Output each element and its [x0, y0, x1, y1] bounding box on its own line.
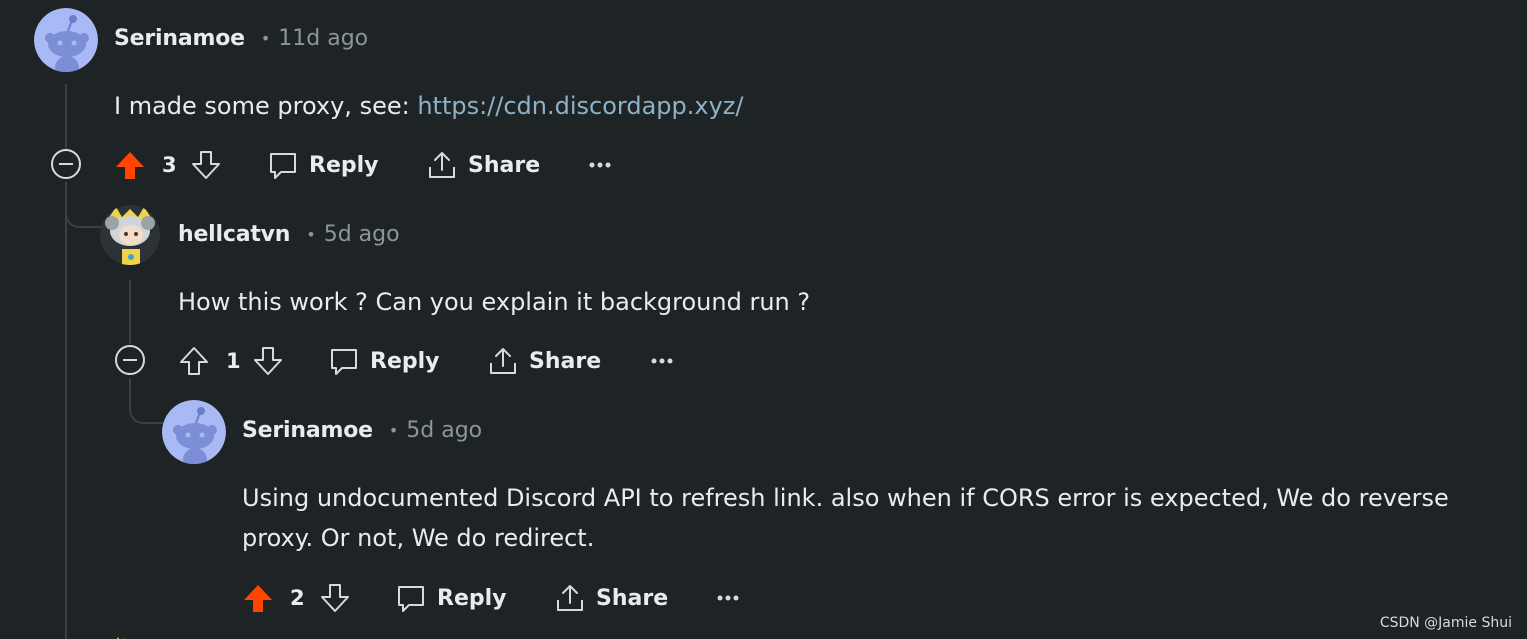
author-name[interactable]: Serinamoe	[242, 418, 373, 443]
share-icon	[557, 585, 583, 611]
comment-meta: hellcatvn • 5d ago	[178, 222, 400, 247]
avatar[interactable]	[112, 630, 132, 639]
comment-meta: Serinamoe • 5d ago	[242, 418, 482, 443]
more-options-button[interactable]	[588, 145, 612, 185]
comment-thread: Serinamoe • 11d ago I made some proxy, s…	[0, 0, 1527, 639]
upvote-icon	[180, 347, 208, 375]
upvote-filled-icon	[244, 585, 272, 612]
downvote-button[interactable]	[190, 145, 222, 185]
cat-avatar-icon	[100, 205, 160, 265]
share-label: Share	[596, 585, 669, 611]
upvote-button[interactable]	[114, 145, 146, 185]
comment-link[interactable]: https://cdn.discordapp.xyz/	[417, 92, 743, 120]
comment-text: How this work ? Can you explain it backg…	[178, 288, 811, 316]
separator-dot: •	[388, 421, 399, 440]
downvote-button[interactable]	[319, 578, 351, 618]
downvote-icon	[321, 584, 349, 612]
snoo-avatar-icon	[34, 8, 98, 72]
downvote-button[interactable]	[252, 341, 284, 381]
timestamp[interactable]: 5d ago	[406, 418, 482, 443]
downvote-icon	[254, 347, 282, 375]
separator-dot: •	[306, 225, 316, 244]
downvote-icon	[192, 151, 220, 179]
score-value: 2	[290, 586, 305, 610]
reply-button[interactable]: Reply	[267, 145, 379, 185]
comment-actions: 1 Reply Share	[178, 341, 698, 381]
comment-text: Using undocumented Discord API to refres…	[242, 484, 1449, 552]
score-value: 3	[162, 153, 177, 177]
author-name[interactable]: hellcatvn	[178, 222, 290, 247]
upvote-button[interactable]	[242, 578, 274, 618]
share-icon	[490, 348, 516, 374]
thread-elbow	[129, 378, 167, 424]
reply-button[interactable]: Reply	[328, 341, 440, 381]
comment-actions: 3 Reply Share	[114, 145, 634, 185]
more-options-button[interactable]	[716, 578, 740, 618]
thread-line[interactable]	[65, 84, 67, 150]
comment-text: I made some proxy, see:	[114, 92, 418, 120]
reply-button[interactable]: Reply	[395, 578, 507, 618]
separator-dot: •	[260, 29, 271, 48]
collapse-button[interactable]	[51, 149, 81, 179]
ellipsis-icon	[651, 358, 673, 364]
share-button[interactable]: Share	[554, 578, 668, 618]
share-label: Share	[468, 152, 541, 178]
ellipsis-icon	[589, 162, 611, 168]
avatar[interactable]	[162, 400, 226, 464]
thread-line[interactable]	[129, 280, 131, 344]
reply-label: Reply	[309, 152, 379, 178]
share-icon	[429, 152, 455, 178]
snoo-avatar-icon	[162, 400, 226, 464]
thread-elbow	[65, 182, 105, 228]
comment-body: Using undocumented Discord API to refres…	[242, 478, 1492, 558]
score-value: 1	[226, 349, 241, 373]
timestamp[interactable]: 11d ago	[278, 26, 368, 51]
comment-body: How this work ? Can you explain it backg…	[178, 282, 810, 322]
comment-actions: 2 Reply Share	[242, 578, 762, 618]
share-button[interactable]: Share	[426, 145, 540, 185]
reply-label: Reply	[370, 348, 440, 374]
upvote-button[interactable]	[178, 341, 210, 381]
score: 2	[290, 578, 305, 618]
ellipsis-icon	[717, 595, 739, 601]
score: 1	[226, 341, 241, 381]
watermark: CSDN @Jamie Shui	[1379, 615, 1512, 631]
comment-icon	[398, 586, 424, 612]
author-name[interactable]: Serinamoe	[114, 26, 245, 51]
avatar[interactable]	[100, 205, 160, 265]
more-options-button[interactable]	[650, 341, 674, 381]
upvote-filled-icon	[116, 152, 144, 179]
comment-meta: Serinamoe • 11d ago	[114, 26, 368, 51]
score: 3	[162, 145, 177, 185]
avatar[interactable]	[34, 8, 98, 72]
comment-icon	[270, 153, 296, 179]
collapse-button[interactable]	[115, 345, 145, 375]
share-button[interactable]: Share	[487, 341, 601, 381]
comment-icon	[331, 349, 357, 375]
reply-label: Reply	[437, 585, 507, 611]
timestamp[interactable]: 5d ago	[324, 222, 400, 247]
thread-line[interactable]	[65, 182, 67, 639]
comment-body: I made some proxy, see: https://cdn.disc…	[114, 86, 743, 126]
share-label: Share	[529, 348, 602, 374]
